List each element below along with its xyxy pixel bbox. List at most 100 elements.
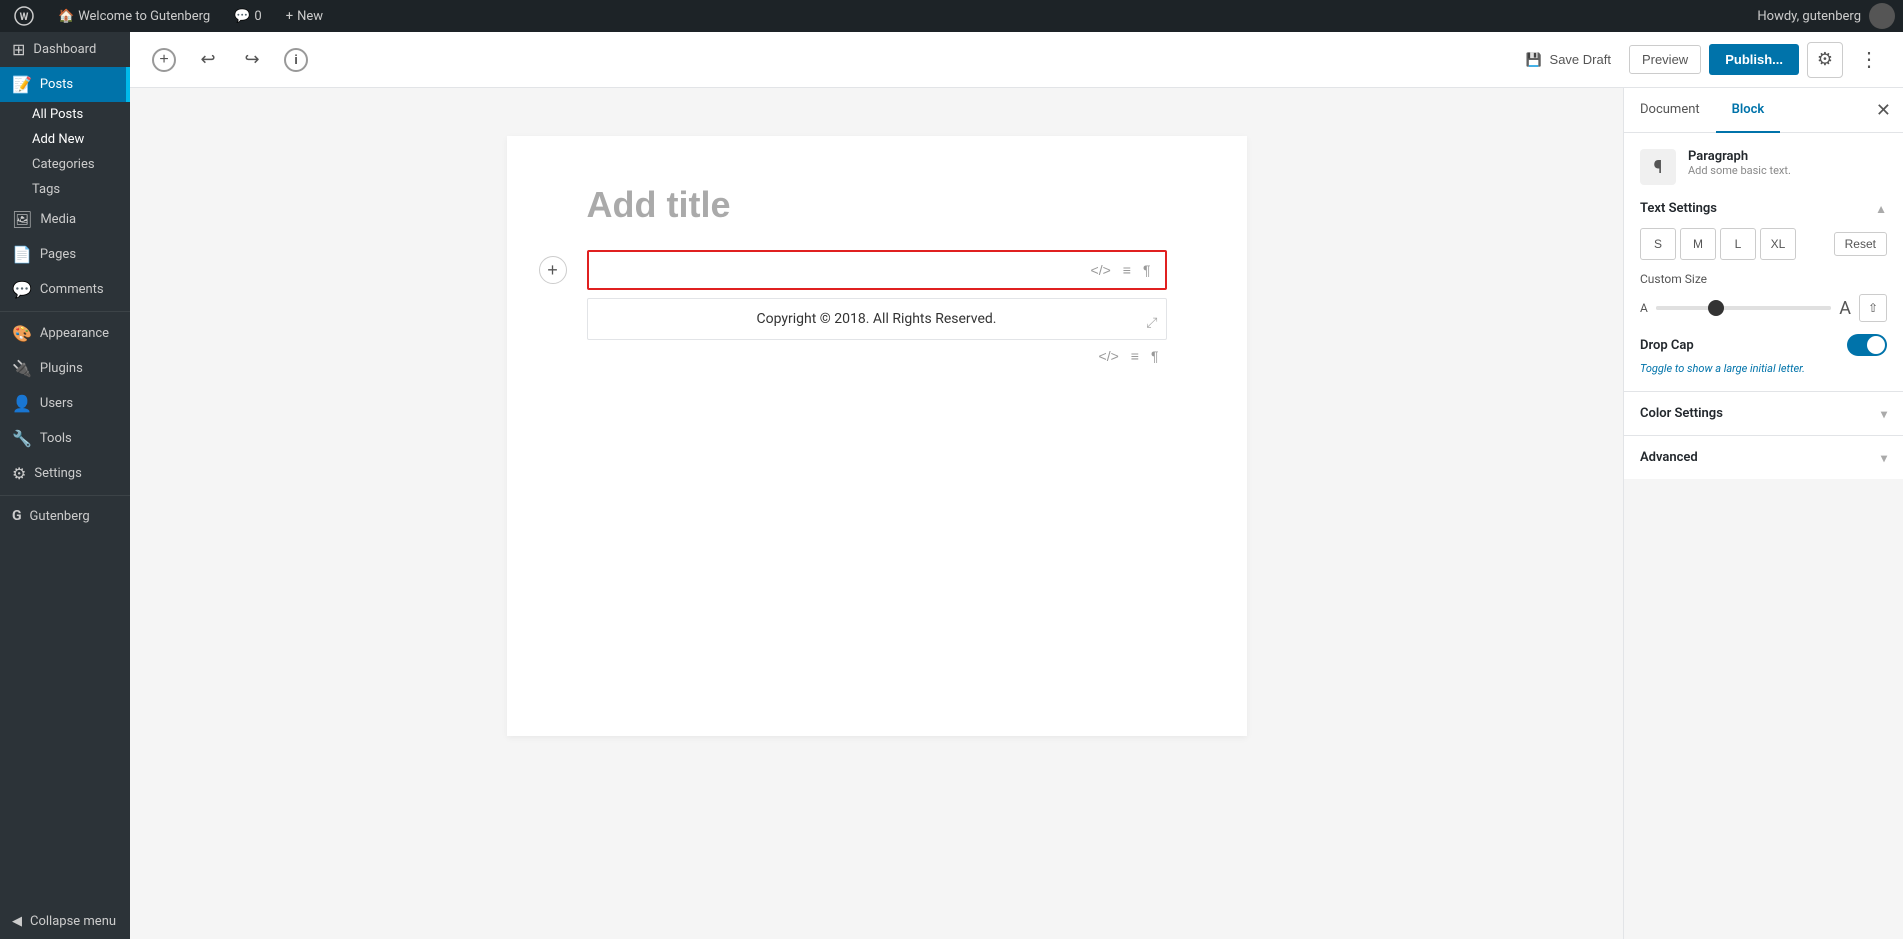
site-name-btn[interactable]: 🏠 Welcome to Gutenberg: [52, 0, 216, 32]
sidebar-item-plugins[interactable]: 🔌 Plugins: [0, 351, 130, 386]
sidebar-label-appearance: Appearance: [40, 326, 109, 341]
block-paragraph-btn[interactable]: ¶: [1139, 260, 1155, 280]
save-icon: 💾: [1526, 52, 1542, 67]
undo-icon: ↩: [200, 49, 215, 70]
gutenberg-icon: G: [12, 508, 22, 524]
reset-label: Reset: [1845, 237, 1876, 251]
sidebar-item-gutenberg[interactable]: G Gutenberg: [0, 500, 130, 532]
drop-cap-label: Drop Cap: [1640, 338, 1694, 353]
comments-count: 0: [254, 9, 261, 24]
plus-inline-icon: +: [547, 260, 558, 281]
info-icon: i: [284, 48, 308, 72]
posts-icon: 📝: [12, 75, 32, 94]
tab-document[interactable]: Document: [1624, 88, 1716, 133]
new-btn[interactable]: + New: [280, 0, 329, 32]
sidebar-label-gutenberg: Gutenberg: [30, 509, 90, 524]
size-btn-xl[interactable]: XL: [1760, 228, 1796, 260]
block-area-1: + </> ≡: [587, 250, 1167, 290]
sidebar-item-media[interactable]: 🖼 Media: [0, 202, 130, 237]
color-settings-section: Color Settings ▾: [1624, 391, 1903, 435]
panel-body: ¶ Paragraph Add some basic text. Text Se…: [1624, 133, 1903, 391]
sidebar-item-dashboard[interactable]: ⊞ Dashboard: [0, 32, 130, 67]
undo-button[interactable]: ↩: [190, 42, 226, 78]
sidebar-label-users: Users: [40, 396, 73, 411]
tab-block-label: Block: [1732, 102, 1765, 117]
collapse-label: Collapse menu: [30, 914, 116, 929]
text-settings-chevron: ▲: [1875, 202, 1887, 216]
block-2-paragraph[interactable]: Copyright © 2018. All Rights Reserved. ⤢: [587, 298, 1167, 340]
align-icon-2: ≡: [1131, 348, 1139, 364]
user-avatar[interactable]: [1869, 3, 1895, 29]
tags-label: Tags: [32, 182, 60, 197]
text-settings-label: Text Settings: [1640, 201, 1717, 216]
text-settings-section-header[interactable]: Text Settings ▲: [1640, 201, 1887, 216]
size-slider-thumb[interactable]: [1708, 300, 1724, 316]
save-draft-button[interactable]: 💾 Save Draft: [1516, 46, 1621, 74]
panel-close-button[interactable]: ✕: [1864, 92, 1903, 129]
editor-canvas[interactable]: + </> ≡: [130, 88, 1623, 939]
toolbar-right: 💾 Save Draft Preview Publish... ⚙ ⋮: [1516, 42, 1887, 78]
info-button[interactable]: i: [278, 42, 314, 78]
sidebar-sub-add-new[interactable]: Add New: [0, 127, 130, 152]
sidebar-sub-all-posts[interactable]: All Posts: [0, 102, 130, 127]
size-btn-l[interactable]: L: [1720, 228, 1756, 260]
right-panel: Document Block ✕ ¶: [1623, 88, 1903, 939]
toggle-thumb: [1867, 336, 1885, 354]
redo-button[interactable]: ↪: [234, 42, 270, 78]
size-btn-m[interactable]: M: [1680, 228, 1716, 260]
ellipsis-icon: ⋮: [1859, 47, 1879, 72]
block-2-code-btn[interactable]: </>: [1095, 346, 1123, 366]
size-slider[interactable]: [1656, 306, 1831, 310]
sidebar-item-users[interactable]: 👤 Users: [0, 386, 130, 421]
reset-button[interactable]: Reset: [1834, 232, 1887, 256]
add-block-button[interactable]: +: [146, 42, 182, 78]
panel-gray-area: [1624, 479, 1903, 939]
text-size-row: S M L XL Reset: [1640, 228, 1887, 260]
more-options-button[interactable]: ⋮: [1851, 42, 1887, 78]
sidebar-item-posts[interactable]: 📝 Posts: [0, 67, 130, 102]
size-input-button[interactable]: ⇧: [1859, 294, 1887, 322]
block-1-wrapper[interactable]: </> ≡ ¶: [587, 250, 1167, 290]
wp-logo-btn[interactable]: W: [8, 0, 40, 32]
sidebar-item-appearance[interactable]: 🎨 Appearance: [0, 316, 130, 351]
sidebar-sub-categories[interactable]: Categories: [0, 152, 130, 177]
paragraph-icon-2: ¶: [1151, 348, 1159, 364]
editor-toolbar: + ↩ ↪ i 💾 Save Draft Preview Publi: [130, 32, 1903, 88]
tab-block[interactable]: Block: [1716, 88, 1781, 133]
post-title-input[interactable]: [587, 184, 1167, 226]
block-type-name: Paragraph: [1688, 149, 1887, 164]
editor-settings-button[interactable]: ⚙: [1807, 42, 1843, 78]
pages-icon: 📄: [12, 245, 32, 264]
sidebar-item-settings[interactable]: ⚙ Settings: [0, 456, 130, 491]
color-settings-header[interactable]: Color Settings ▾: [1624, 392, 1903, 435]
sidebar-label-settings: Settings: [34, 466, 81, 481]
sidebar-label-tools: Tools: [40, 431, 72, 446]
comments-icon: 💬: [234, 9, 250, 24]
categories-label: Categories: [32, 157, 95, 172]
size-btn-s[interactable]: S: [1640, 228, 1676, 260]
settings-sidebar-icon: ⚙: [12, 464, 26, 483]
resize-icon[interactable]: ⤢: [1146, 315, 1157, 331]
sidebar-item-comments[interactable]: 💬 Comments: [0, 272, 130, 307]
add-block-inline-button[interactable]: +: [539, 256, 567, 284]
add-block-icon: +: [152, 48, 176, 72]
block-2-align-btn[interactable]: ≡: [1127, 346, 1143, 366]
block-1-input[interactable]: [599, 262, 1079, 278]
block-2-paragraph-btn[interactable]: ¶: [1147, 346, 1163, 366]
sidebar-sub-tags[interactable]: Tags: [0, 177, 130, 202]
preview-button[interactable]: Preview: [1629, 45, 1701, 74]
collapse-menu-btn[interactable]: ◀ Collapse menu: [0, 904, 130, 939]
sidebar-item-pages[interactable]: 📄 Pages: [0, 237, 130, 272]
align-icon: ≡: [1123, 262, 1131, 278]
advanced-header[interactable]: Advanced ▾: [1624, 436, 1903, 479]
block-type-info: Paragraph Add some basic text.: [1688, 149, 1887, 177]
code-icon: </>: [1091, 262, 1111, 278]
sidebar-item-tools[interactable]: 🔧 Tools: [0, 421, 130, 456]
drop-cap-toggle[interactable]: [1847, 334, 1887, 356]
block-code-btn[interactable]: </>: [1087, 260, 1115, 280]
block-area-2: Copyright © 2018. All Rights Reserved. ⤢…: [587, 298, 1167, 366]
app-layout: ⊞ Dashboard 📝 Posts All Posts Add New Ca…: [0, 32, 1903, 939]
comments-btn[interactable]: 💬 0: [228, 0, 268, 32]
publish-button[interactable]: Publish...: [1709, 44, 1799, 75]
block-align-btn[interactable]: ≡: [1119, 260, 1135, 280]
